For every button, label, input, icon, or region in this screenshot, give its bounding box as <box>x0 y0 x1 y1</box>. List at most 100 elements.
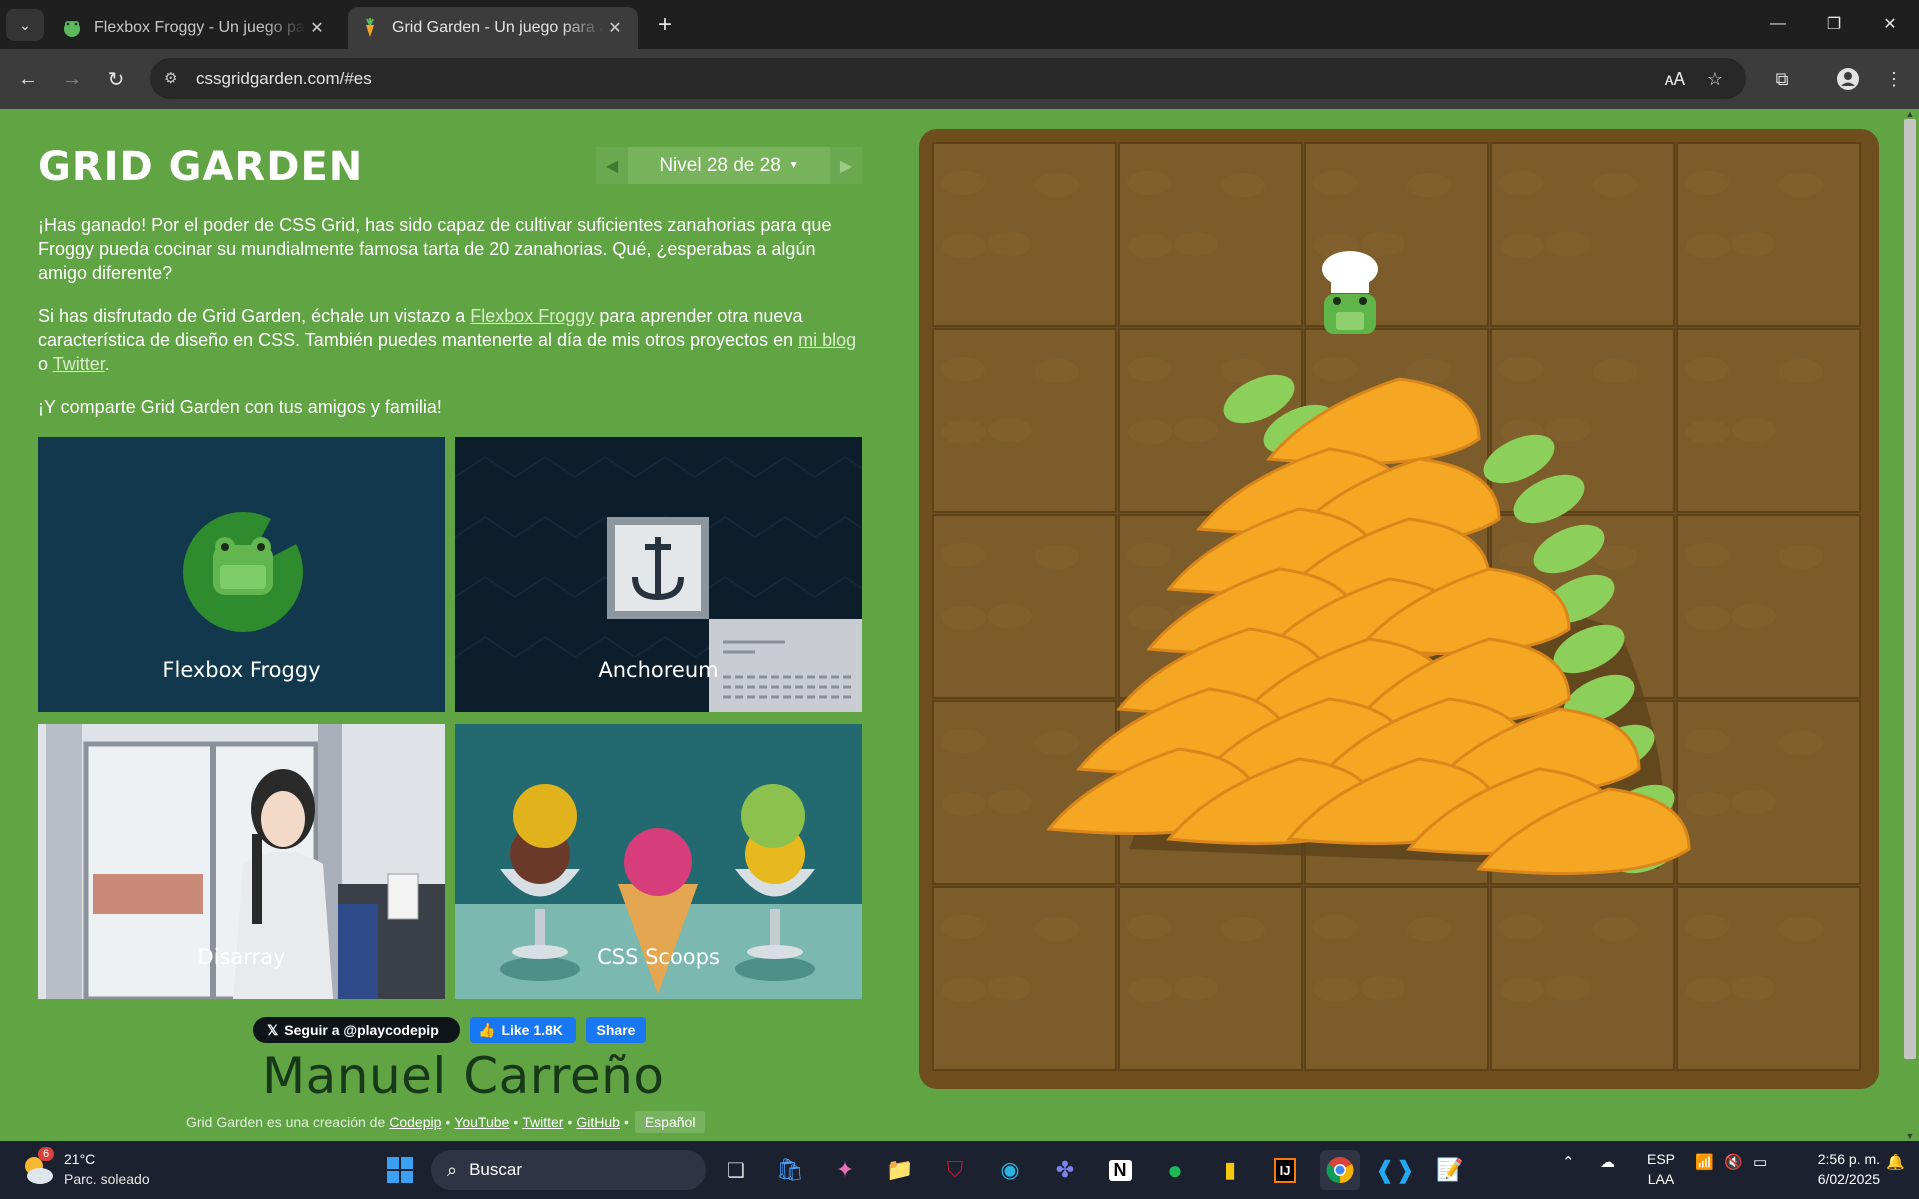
file-explorer-button[interactable]: 📁 <box>880 1150 920 1190</box>
teams-button[interactable]: ✤ <box>1045 1150 1085 1190</box>
frog-belly <box>1336 312 1364 330</box>
new-tab-button[interactable]: + <box>650 10 680 40</box>
notion-button[interactable]: N <box>1100 1150 1140 1190</box>
soil-texture <box>1500 978 1544 1002</box>
soil-texture <box>942 234 986 258</box>
search-placeholder: Buscar <box>469 1160 523 1179</box>
twitter-footer-link[interactable]: Twitter <box>522 1114 563 1130</box>
scroll-thumb[interactable] <box>1904 119 1916 1059</box>
soil-texture <box>1593 917 1637 941</box>
soil-texture <box>1500 234 1544 258</box>
soil-texture <box>988 604 1032 628</box>
flexbox-froggy-link[interactable]: Flexbox Froggy <box>470 306 594 326</box>
task-view-button[interactable]: ❏ <box>716 1150 756 1190</box>
soil-texture <box>1360 232 1404 256</box>
extensions-button[interactable]: ⧉ <box>1766 63 1798 95</box>
github-link[interactable]: GitHub <box>576 1114 620 1130</box>
card-css-scoops[interactable]: CSS Scoops <box>455 724 862 999</box>
reload-button[interactable]: ↻ <box>100 63 132 95</box>
windows-logo-icon <box>387 1157 413 1183</box>
minimize-button[interactable]: — <box>1750 0 1806 48</box>
level-selector[interactable]: Nivel 28 de 28 ▼ <box>628 147 830 184</box>
folder-icon: 📁 <box>886 1157 914 1182</box>
soil-texture <box>941 357 985 381</box>
copilot-button[interactable]: ✦ <box>825 1150 865 1190</box>
notepad-button[interactable]: 📝 <box>1430 1150 1470 1190</box>
soil-texture <box>1499 357 1543 381</box>
intellij-icon: IJ <box>1273 1157 1297 1183</box>
codepip-link[interactable]: Codepip <box>389 1114 441 1130</box>
start-button[interactable] <box>380 1150 420 1190</box>
system-clock[interactable]: 2:56 p. m. 6/02/2025 <box>1790 1149 1880 1189</box>
site-info-icon[interactable]: ⚙ <box>164 69 184 89</box>
puzzle-icon: ⧉ <box>1775 68 1789 89</box>
taskbar-search[interactable]: ⌕ Buscar <box>431 1150 706 1190</box>
teams-icon: ✤ <box>1055 1157 1075 1182</box>
edge-button[interactable]: ◉ <box>990 1150 1030 1190</box>
search-icon: ⌕ <box>447 1159 458 1180</box>
soil-texture <box>1314 978 1358 1002</box>
previous-level-button[interactable]: ◀ <box>596 147 628 184</box>
x-follow-button[interactable]: 𝕏 Seguir a @playcodepip <box>253 1017 460 1043</box>
soil-texture <box>988 418 1032 442</box>
layout-code: LAA <box>1647 1171 1675 1187</box>
onedrive-icon[interactable]: ☁ <box>1600 1153 1615 1171</box>
reload-icon: ↻ <box>107 68 125 91</box>
temperature: 21°C <box>64 1151 96 1167</box>
tab-search-button[interactable]: ⌄ <box>6 9 44 41</box>
separator: • <box>513 1114 519 1130</box>
back-button[interactable]: ← <box>12 63 44 95</box>
battery-icon[interactable]: ▭ <box>1753 1153 1767 1171</box>
vscode-button[interactable]: ❰❱ <box>1375 1150 1415 1190</box>
next-level-button[interactable]: ▶ <box>830 147 862 184</box>
show-hidden-icons[interactable]: ⌃ <box>1562 1153 1575 1171</box>
card-anchoreum[interactable]: Anchoreum <box>455 437 862 712</box>
microsoft-store-button[interactable]: 🛍 <box>770 1150 810 1190</box>
facebook-share-button[interactable]: Share <box>586 1017 646 1043</box>
tab-grid-garden[interactable]: Grid Garden - Un juego para aprender CSS… <box>348 7 638 49</box>
soil-texture <box>1313 357 1357 381</box>
tab-flexbox-froggy[interactable]: Flexbox Froggy - Un juego para aprender … <box>50 7 340 49</box>
page-scrollbar[interactable]: ▲ ▼ <box>1901 109 1919 1141</box>
blog-link[interactable]: mi blog <box>798 330 856 350</box>
star-icon[interactable]: ☆ <box>1702 66 1728 92</box>
twitter-link[interactable]: Twitter <box>53 354 105 374</box>
chrome-button[interactable] <box>1320 1150 1360 1190</box>
intellij-button[interactable]: IJ <box>1265 1150 1305 1190</box>
win-message: ¡Has ganado! Por el poder de CSS Grid, h… <box>38 215 832 283</box>
youtube-link[interactable]: YouTube <box>454 1114 509 1130</box>
soil-texture <box>941 729 985 753</box>
scroll-up-icon[interactable]: ▲ <box>1905 109 1915 119</box>
arrow-left-icon: ← <box>18 67 38 90</box>
spotify-icon: ● <box>1167 1154 1183 1185</box>
card-flexbox-froggy[interactable]: Flexbox Froggy <box>38 437 445 712</box>
address-bar[interactable]: ⚙ cssgridgarden.com/#es 🗚 ☆ <box>150 58 1746 99</box>
notepad-icon: 📝 <box>1436 1157 1464 1182</box>
restore-button[interactable]: ❐ <box>1806 0 1862 48</box>
forward-button[interactable]: → <box>56 63 88 95</box>
notifications-icon[interactable]: 🔔 <box>1886 1153 1905 1171</box>
frog-eye <box>1333 297 1341 305</box>
soil-texture <box>1035 545 1079 569</box>
wifi-icon[interactable]: 📶 <box>1695 1153 1714 1171</box>
profile-button[interactable] <box>1832 63 1864 95</box>
spotify-button[interactable]: ● <box>1155 1150 1195 1190</box>
facebook-like-button[interactable]: 👍 Like 1.8K <box>470 1017 576 1043</box>
soil-texture <box>988 232 1032 256</box>
close-window-button[interactable]: ✕ <box>1862 0 1918 48</box>
mcafee-button[interactable]: ⛉ <box>935 1150 975 1190</box>
soil-texture <box>1779 359 1823 383</box>
close-icon[interactable]: ✕ <box>306 18 328 38</box>
menu-button[interactable]: ⋮ <box>1878 63 1910 95</box>
power-bi-button[interactable]: ▮ <box>1210 1150 1250 1190</box>
card-disarray[interactable]: Disarray <box>38 724 445 999</box>
translate-icon[interactable]: 🗚 <box>1662 66 1688 92</box>
input-language[interactable]: ESP LAA <box>1644 1149 1678 1189</box>
volume-muted-icon[interactable]: 🔇 <box>1724 1153 1743 1171</box>
scroll-down-icon[interactable]: ▼ <box>1905 1131 1915 1141</box>
carrot-favicon-icon <box>366 18 374 37</box>
person-icon <box>1837 68 1859 90</box>
garden-board <box>919 129 1879 1089</box>
language-selector[interactable]: Español <box>634 1111 706 1133</box>
close-icon[interactable]: ✕ <box>604 18 626 38</box>
